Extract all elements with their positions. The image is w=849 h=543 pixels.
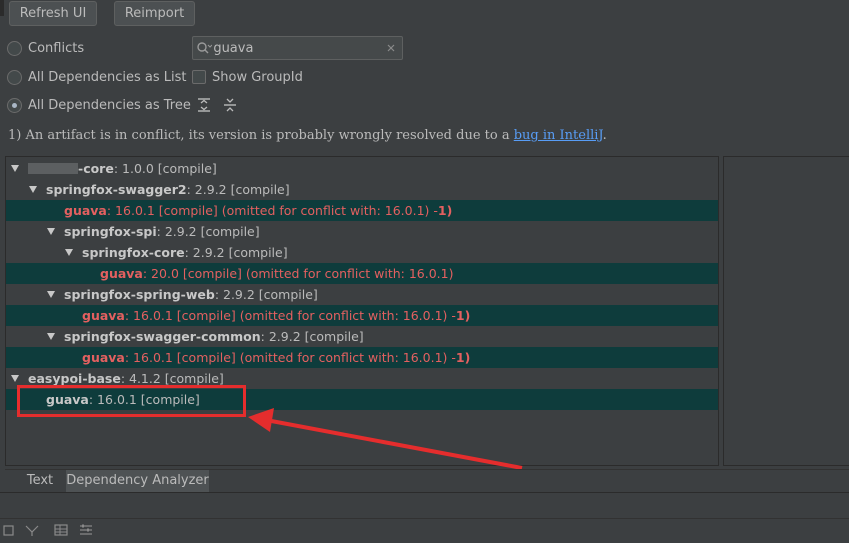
artifact-name: -core bbox=[78, 161, 114, 176]
artifact-version: : 2.9.2 [compile] bbox=[186, 182, 290, 197]
details-panel bbox=[723, 156, 849, 466]
filter-icon[interactable] bbox=[24, 522, 40, 538]
artifact-name: springfox-spring-web bbox=[64, 287, 215, 302]
conflict-marker: 1) bbox=[455, 308, 471, 323]
tab-text[interactable]: Text bbox=[16, 470, 64, 492]
artifact-name: guava bbox=[82, 350, 125, 365]
annotation-highlight-box bbox=[17, 385, 246, 417]
close-icon[interactable] bbox=[383, 39, 398, 57]
artifact-name: guava bbox=[100, 266, 143, 281]
artifact-version: : 2.9.2 [compile] bbox=[184, 245, 288, 260]
conflicts-option[interactable]: Conflicts bbox=[7, 39, 84, 57]
expand-arrow-icon[interactable] bbox=[29, 186, 37, 193]
expand-arrow-icon[interactable] bbox=[11, 165, 19, 172]
all-dependencies-list-option[interactable]: All Dependencies as List bbox=[7, 68, 187, 86]
artifact-name: easypoi-base bbox=[28, 371, 121, 386]
conflict-info-text: 1) An artifact is in conflict, its versi… bbox=[8, 128, 607, 148]
expand-arrow-icon[interactable] bbox=[47, 228, 55, 235]
tab-dependency-analyzer[interactable]: Dependency Analyzer bbox=[66, 470, 209, 492]
bug-link[interactable]: bug in IntelliJ bbox=[514, 128, 603, 143]
tree-row-conflict[interactable]: guava : 16.0.1 [compile] (omitted for co… bbox=[6, 347, 718, 368]
conflict-marker: 1) bbox=[455, 350, 471, 365]
tree-row[interactable]: springfox-core : 2.9.2 [compile] bbox=[6, 242, 718, 263]
expand-arrow-icon[interactable] bbox=[11, 375, 19, 382]
conflicts-label: Conflicts bbox=[28, 40, 85, 56]
artifact-name: guava bbox=[64, 203, 107, 218]
artifact-version: : 2.9.2 [compile] bbox=[214, 287, 318, 302]
artifact-version: : 4.1.2 [compile] bbox=[120, 371, 224, 386]
tab-bar: Text Dependency Analyzer bbox=[5, 469, 849, 492]
expand-arrow-icon[interactable] bbox=[65, 249, 73, 256]
expand-arrow-icon[interactable] bbox=[47, 291, 55, 298]
artifact-name: springfox-core bbox=[82, 245, 185, 260]
settings-icon[interactable] bbox=[78, 522, 94, 538]
artifact-name: springfox-swagger2 bbox=[46, 182, 187, 197]
expand-arrow-icon[interactable] bbox=[47, 333, 55, 340]
expand-all-icon[interactable] bbox=[196, 97, 212, 113]
conflicts-radio[interactable] bbox=[7, 40, 22, 56]
search-icon[interactable] bbox=[196, 38, 213, 58]
conflict-marker: 1) bbox=[437, 203, 453, 218]
artifact-name: springfox-swagger-common bbox=[64, 329, 261, 344]
redacted-group-name bbox=[28, 163, 78, 174]
collapse-all-icon[interactable] bbox=[222, 97, 238, 113]
artifact-version: : 16.0.1 [compile] (omitted for conflict… bbox=[106, 203, 438, 218]
tree-label: All Dependencies as Tree bbox=[28, 97, 191, 113]
tree-row-conflict[interactable]: guava : 16.0.1 [compile] (omitted for co… bbox=[6, 200, 718, 221]
artifact-version: : 16.0.1 [compile] (omitted for conflict… bbox=[124, 350, 456, 365]
show-groupid-option[interactable]: Show GroupId bbox=[192, 68, 303, 86]
annotation-arrow-shaft bbox=[265, 418, 523, 470]
search-field[interactable] bbox=[192, 36, 403, 60]
artifact-version: : 16.0.1 [compile] (omitted for conflict… bbox=[124, 308, 456, 323]
search-input[interactable] bbox=[212, 40, 384, 56]
tree-row[interactable]: springfox-swagger2 : 2.9.2 [compile] bbox=[6, 179, 718, 200]
tree-row-conflict[interactable]: guava : 16.0.1 [compile] (omitted for co… bbox=[6, 305, 718, 326]
bottom-toolbar bbox=[0, 518, 849, 543]
annotation-arrow bbox=[248, 408, 523, 470]
annotation-arrow-head bbox=[248, 408, 274, 432]
tree-row[interactable]: -core : 1.0.0 [compile] bbox=[6, 158, 718, 179]
all-dependencies-tree-option[interactable]: All Dependencies as Tree bbox=[7, 96, 191, 114]
artifact-version: : 2.9.2 [compile] bbox=[260, 329, 364, 344]
list-radio[interactable] bbox=[7, 69, 22, 85]
reimport-button[interactable]: Reimport bbox=[114, 1, 195, 26]
info-text: 1) An artifact is in conflict, its versi… bbox=[8, 128, 514, 143]
artifact-name: guava bbox=[82, 308, 125, 323]
artifact-version: : 20.0 [compile] (omitted for conflict w… bbox=[142, 266, 454, 281]
window-edge bbox=[0, 0, 4, 16]
tree-row[interactable]: springfox-spi : 2.9.2 [compile] bbox=[6, 221, 718, 242]
list-label: All Dependencies as List bbox=[28, 69, 187, 85]
artifact-name: springfox-spi bbox=[64, 224, 157, 239]
gutter-icon[interactable] bbox=[2, 522, 18, 538]
tree-row[interactable]: springfox-swagger-common : 2.9.2 [compil… bbox=[6, 326, 718, 347]
table-icon[interactable] bbox=[53, 522, 69, 538]
refresh-ui-button[interactable]: Refresh UI bbox=[9, 1, 97, 26]
info-suffix: . bbox=[602, 128, 607, 143]
show-groupid-label: Show GroupId bbox=[212, 69, 303, 85]
tree-radio[interactable] bbox=[7, 97, 22, 113]
show-groupid-checkbox[interactable] bbox=[192, 70, 206, 84]
status-area bbox=[0, 492, 849, 518]
artifact-version: : 2.9.2 [compile] bbox=[156, 224, 260, 239]
tree-row-conflict[interactable]: guava : 20.0 [compile] (omitted for conf… bbox=[6, 263, 718, 284]
tree-row[interactable]: springfox-spring-web : 2.9.2 [compile] bbox=[6, 284, 718, 305]
artifact-version: : 1.0.0 [compile] bbox=[113, 161, 217, 176]
